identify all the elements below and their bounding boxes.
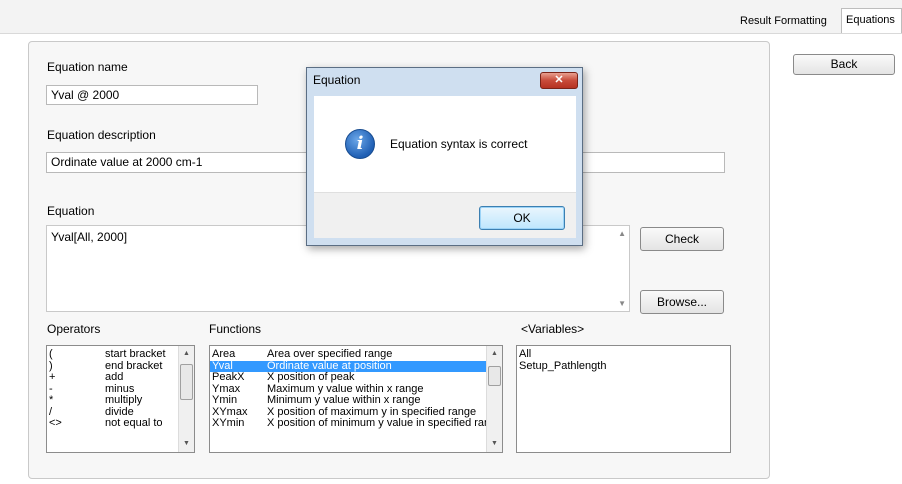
list-item[interactable]: + add <box>47 371 179 384</box>
scroll-down-icon[interactable]: ▼ <box>618 299 626 308</box>
functions-label: Functions <box>209 322 262 336</box>
equation-label: Equation <box>47 204 95 218</box>
variables-list[interactable]: All Setup_Pathlength <box>516 345 731 453</box>
equation-dialog: Equation ✕ i Equation syntax is correct … <box>306 67 583 246</box>
list-item[interactable]: PeakX X position of peak <box>210 371 487 384</box>
list-item[interactable]: <> not equal to <box>47 417 179 430</box>
list-item[interactable]: (start bracket <box>47 348 179 361</box>
check-button[interactable]: Check <box>640 227 724 251</box>
dialog-body: i Equation syntax is correct <box>314 96 576 192</box>
operators-scrollbar[interactable]: ▲ ▼ <box>178 346 194 452</box>
scroll-thumb[interactable] <box>180 364 193 400</box>
close-icon[interactable]: ✕ <box>540 72 578 89</box>
dialog-title: Equation <box>313 73 361 87</box>
scroll-up-icon[interactable]: ▲ <box>618 229 626 238</box>
tab-result-formatting[interactable]: Result Formatting <box>736 10 831 32</box>
dialog-footer: OK <box>314 192 576 238</box>
list-item[interactable]: Ymin Minimum y value within x range <box>210 394 487 407</box>
operators-list[interactable]: (start bracket ) end bracket + add - minus … <box>46 345 195 453</box>
operators-label: Operators <box>47 322 101 336</box>
scroll-thumb[interactable] <box>488 366 501 386</box>
scroll-down-icon[interactable]: ▼ <box>487 437 502 451</box>
list-item[interactable]: XYmin X position of minimum y value in sp… <box>210 417 487 430</box>
tab-equations[interactable]: Equations <box>841 8 902 33</box>
variables-label: <Variables> <box>521 322 585 336</box>
scroll-down-icon[interactable]: ▼ <box>179 437 194 451</box>
scroll-up-icon[interactable]: ▲ <box>179 347 194 361</box>
back-button[interactable]: Back <box>793 54 895 75</box>
equation-name-field[interactable]: Yval @ 2000 <box>46 85 258 105</box>
equation-name-label: Equation name <box>47 60 128 74</box>
tab-strip: Result Formatting Equations <box>0 0 902 34</box>
ok-button[interactable]: OK <box>479 206 565 230</box>
dialog-message: Equation syntax is correct <box>390 137 528 151</box>
list-item[interactable]: Area Area over specified range <box>210 349 487 361</box>
list-item[interactable]: * multiply <box>47 394 179 407</box>
equation-description-label: Equation description <box>47 128 156 142</box>
functions-list[interactable]: Area Area over specified range Yval Ordina… <box>209 345 503 453</box>
equation-text: Yval[All, 2000] <box>51 230 128 244</box>
browse-button[interactable]: Browse... <box>640 290 724 314</box>
scroll-up-icon[interactable]: ▲ <box>487 347 502 361</box>
functions-scrollbar[interactable]: ▲ ▼ <box>486 346 502 452</box>
information-icon: i <box>345 129 375 159</box>
